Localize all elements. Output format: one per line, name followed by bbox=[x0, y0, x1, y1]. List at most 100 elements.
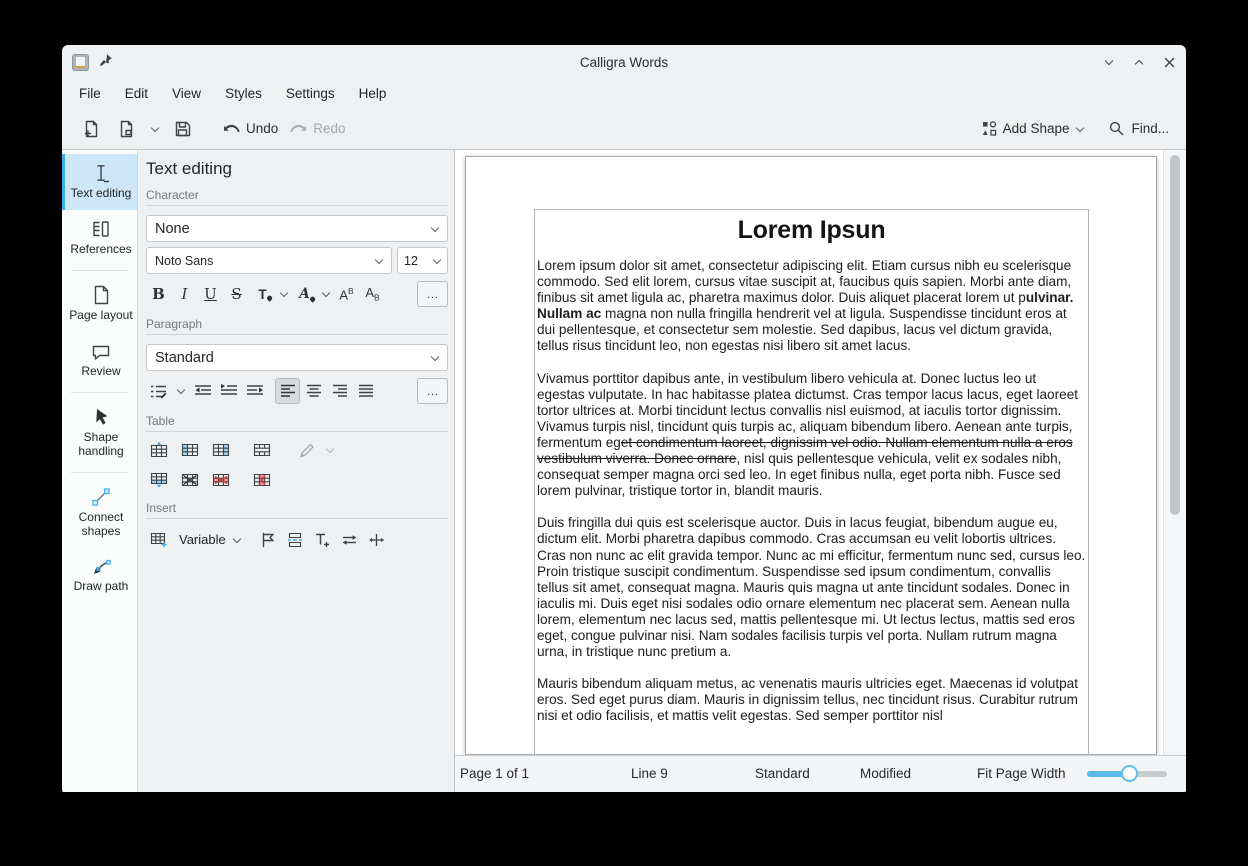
insert-text-frame-button[interactable] bbox=[310, 527, 335, 553]
find-label: Find... bbox=[1131, 121, 1169, 136]
sidebar-tab-references[interactable]: References bbox=[62, 210, 137, 266]
font-size-dropdown[interactable]: 12 bbox=[397, 247, 448, 274]
sidebar-tab-label: Draw path bbox=[74, 580, 129, 594]
sidebar-tab-label: References bbox=[70, 243, 131, 257]
menu-help[interactable]: Help bbox=[348, 82, 398, 105]
chevron-down-icon[interactable] bbox=[279, 290, 288, 299]
paragraph[interactable]: Duis fringilla dui quis est scelerisque … bbox=[537, 515, 1086, 660]
merge-cells-button[interactable] bbox=[249, 437, 274, 463]
direction-arrows-button[interactable] bbox=[364, 527, 389, 553]
align-center-icon bbox=[306, 384, 322, 398]
calligra-words-app-icon[interactable] bbox=[72, 54, 89, 71]
status-line-indicator[interactable]: Line 9 bbox=[631, 766, 668, 781]
sidebar-tab-label: Page layout bbox=[69, 309, 132, 323]
status-modified-indicator: Modified bbox=[860, 766, 911, 781]
insert-row-below-button[interactable] bbox=[146, 467, 171, 493]
zoom-slider[interactable] bbox=[1087, 771, 1167, 777]
document-heading[interactable]: Lorem Ipsun bbox=[537, 216, 1086, 245]
paragraph[interactable]: Lorem ipsum dolor sit amet, consectetur … bbox=[537, 258, 1086, 355]
open-document-button[interactable] bbox=[112, 114, 142, 144]
pin-icon[interactable] bbox=[99, 53, 113, 72]
undo-button[interactable]: Undo bbox=[220, 114, 281, 144]
indent-first-line-button[interactable] bbox=[216, 378, 241, 404]
italic-button[interactable]: I bbox=[172, 281, 197, 307]
menu-file[interactable]: File bbox=[68, 82, 112, 105]
zoom-slider-handle[interactable] bbox=[1121, 765, 1138, 782]
align-center-button[interactable] bbox=[301, 378, 326, 404]
split-cells-button[interactable] bbox=[177, 467, 202, 493]
align-right-button[interactable] bbox=[327, 378, 352, 404]
align-left-button[interactable] bbox=[275, 378, 300, 404]
indent-less-button[interactable] bbox=[190, 378, 215, 404]
font-family-dropdown[interactable]: Noto Sans bbox=[146, 247, 392, 274]
insert-table-button[interactable] bbox=[146, 527, 171, 553]
superscript-button[interactable]: AB bbox=[334, 281, 359, 307]
indent-more-button[interactable] bbox=[242, 378, 267, 404]
document-canvas[interactable]: Lorem Ipsun Lorem ipsum dolor sit amet, … bbox=[455, 150, 1186, 792]
status-page-indicator[interactable]: Page 1 of 1 bbox=[460, 766, 529, 781]
status-zoom-mode[interactable]: Fit Page Width bbox=[977, 766, 1066, 781]
sidebar-tab-review[interactable]: Review bbox=[62, 332, 137, 388]
menu-styles[interactable]: Styles bbox=[214, 82, 273, 105]
menu-settings[interactable]: Settings bbox=[275, 82, 346, 105]
chevron-down-icon[interactable] bbox=[325, 446, 334, 455]
find-button[interactable]: Find... bbox=[1105, 114, 1172, 144]
bookmark-button[interactable] bbox=[256, 527, 281, 553]
chevron-down-icon[interactable] bbox=[176, 387, 185, 396]
table-border-pen-button[interactable] bbox=[294, 437, 319, 463]
align-justify-button[interactable] bbox=[353, 378, 378, 404]
character-style-value: None bbox=[155, 221, 190, 237]
align-justify-icon bbox=[358, 384, 374, 398]
paragraph-style-dropdown[interactable]: Standard bbox=[146, 344, 448, 371]
vertical-scrollbar[interactable] bbox=[1163, 150, 1186, 755]
menu-edit[interactable]: Edit bbox=[114, 82, 159, 105]
sidebar-tab-page-layout[interactable]: Page layout bbox=[62, 276, 137, 332]
list-style-button[interactable] bbox=[146, 378, 171, 404]
insert-column-right-button[interactable] bbox=[208, 437, 233, 463]
more-paragraph-options-button[interactable]: … bbox=[417, 378, 448, 404]
character-style-dropdown[interactable]: None bbox=[146, 215, 448, 242]
pen-path-icon bbox=[90, 555, 112, 577]
delete-column-button[interactable] bbox=[249, 467, 274, 493]
paragraph[interactable]: Mauris bibendum aliquam metus, ac venena… bbox=[537, 676, 1086, 724]
sidebar-separator bbox=[71, 472, 128, 473]
sidebar-tab-shape-handling[interactable]: Shape handling bbox=[62, 398, 137, 467]
insert-column-left-button[interactable] bbox=[177, 437, 202, 463]
sidebar-tab-connect-shapes[interactable]: Connect shapes bbox=[62, 478, 137, 547]
strikethrough-button[interactable]: S bbox=[224, 281, 249, 307]
save-button[interactable] bbox=[168, 114, 198, 144]
redo-icon bbox=[290, 120, 307, 137]
panel-title: Text editing bbox=[146, 159, 448, 179]
sidebar-tab-text-editing[interactable]: Text editing bbox=[62, 154, 137, 210]
underline-button[interactable]: U bbox=[198, 281, 223, 307]
menu-view[interactable]: View bbox=[161, 82, 212, 105]
minimize-icon[interactable] bbox=[1102, 55, 1116, 69]
bold-button[interactable]: B bbox=[146, 281, 171, 307]
document-page[interactable]: Lorem Ipsun Lorem ipsum dolor sit amet, … bbox=[465, 156, 1157, 755]
new-document-button[interactable] bbox=[76, 114, 106, 144]
statusbar: Page 1 of 1 Line 9 Standard Modified Fit… bbox=[455, 755, 1186, 792]
text-frame[interactable]: Lorem Ipsun Lorem ipsum dolor sit amet, … bbox=[534, 209, 1089, 755]
page-break-button[interactable] bbox=[283, 527, 308, 553]
open-recent-chevron-icon[interactable] bbox=[148, 122, 162, 136]
spacing-arrows-button[interactable] bbox=[337, 527, 362, 553]
redo-button[interactable]: Redo bbox=[287, 114, 348, 144]
text-color-button[interactable]: T bbox=[250, 281, 275, 307]
chevron-down-icon[interactable] bbox=[321, 290, 330, 299]
highlight-color-button[interactable]: A bbox=[292, 281, 317, 307]
close-icon[interactable] bbox=[1162, 55, 1176, 69]
sidebar-tab-draw-path[interactable]: Draw path bbox=[62, 547, 137, 603]
variable-dropdown[interactable]: Variable bbox=[173, 527, 248, 553]
status-style-indicator[interactable]: Standard bbox=[755, 766, 810, 781]
maximize-icon[interactable] bbox=[1132, 55, 1146, 69]
paragraph[interactable]: Vivamus porttitor dapibus ante, in vesti… bbox=[537, 371, 1086, 500]
section-character: Character bbox=[146, 188, 448, 206]
subscript-button[interactable]: AB bbox=[360, 281, 385, 307]
scrollbar-thumb[interactable] bbox=[1170, 155, 1180, 515]
save-icon bbox=[173, 119, 193, 139]
add-shape-button[interactable]: Add Shape bbox=[979, 114, 1088, 144]
more-character-options-button[interactable]: … bbox=[417, 281, 448, 307]
insert-row-above-button[interactable] bbox=[146, 437, 171, 463]
delete-row-button[interactable] bbox=[208, 467, 233, 493]
titlebar[interactable]: Calligra Words bbox=[62, 45, 1186, 79]
